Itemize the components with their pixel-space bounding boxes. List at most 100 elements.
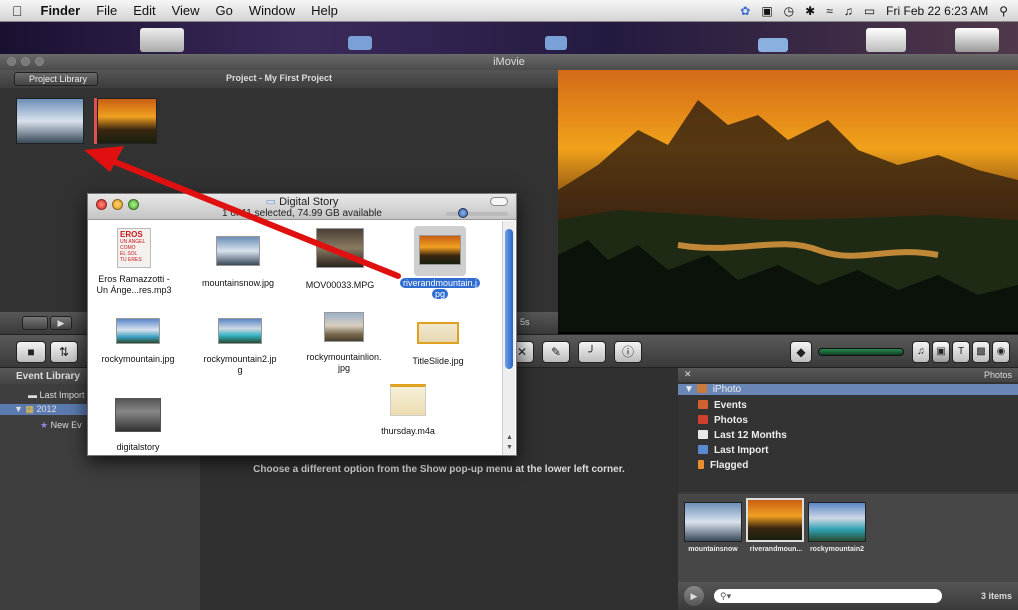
file-name: MOV00033.MPG [305,280,375,290]
finder-vertical-scrollbar[interactable]: ▲ ▼ [502,221,515,455]
icon-size-slider-knob[interactable] [458,208,468,218]
film-icon: ▬ [28,390,40,400]
wifi-icon[interactable]: ≈ [826,4,833,18]
close-panel-icon[interactable]: ✕ [684,369,692,380]
menu-edit[interactable]: Edit [125,3,163,18]
file-item-mountainsnow[interactable]: mountainsnow.jpg [192,228,284,289]
source-last-import[interactable]: Last Import [698,445,768,456]
play-button[interactable]: ▶ [50,316,72,330]
file-name: thursday.m4a [381,426,435,436]
source-flagged[interactable]: Flagged [698,460,748,471]
file-item-riverandmountain[interactable]: riverandmountain.j pg [388,226,492,300]
album-art-icon: EROS UN ANGEL COMO EL SOL TU ERES [117,228,151,268]
project-clip-riverandmountain[interactable] [97,98,157,144]
voiceover-button[interactable]: ✎ [542,341,570,363]
menu-file[interactable]: File [88,3,125,18]
disk-image-icon[interactable] [140,28,184,52]
window-title: iMovie [493,56,525,68]
source-photos[interactable]: Photos [698,415,748,426]
drive-icon[interactable] [955,28,999,52]
file-name: jpg [337,363,350,373]
status-app-icon[interactable]: ✿ [740,4,750,18]
play-full-screen-button[interactable] [22,316,48,330]
spotlight-icon[interactable]: ⚲ [999,4,1008,18]
menu-help[interactable]: Help [303,3,346,18]
play-preview-button[interactable]: ▶ [684,586,704,606]
bluetooth-icon[interactable]: ✱ [805,4,815,18]
info-button[interactable]: ⓘ [614,341,642,363]
photos-browser-button[interactable]: ▣ [932,341,950,363]
zoom-icon[interactable] [35,57,44,66]
events-icon [698,400,708,409]
calendar-icon: ▦ [25,404,37,414]
menubar-clock[interactable]: Fri Feb 22 6:23 AM [886,4,988,18]
file-item-mov00033[interactable]: MOV00033.MPG [294,228,386,291]
disclosure-triangle-icon[interactable]: ▼ [14,404,25,414]
folder-icon[interactable] [545,36,567,50]
file-item-eros-mp3[interactable]: EROS UN ANGEL COMO EL SOL TU ERES Eros R… [88,228,180,296]
maps-browser-button[interactable]: ◉ [992,341,1010,363]
camera-import-button[interactable]: ■ [16,341,46,363]
file-item-thursday-m4a[interactable]: thursday.m4a [358,384,458,437]
audio-adjust-button[interactable]: ◆ [790,341,812,363]
disclosure-triangle-icon[interactable]: ▼ [684,384,697,395]
event-library-item-new-event[interactable]: ★ New Ev [40,420,82,431]
display-icon[interactable]: ▣ [761,4,772,18]
file-name: TitleSlide.jpg [412,356,464,366]
crop-button[interactable]: ╯ [578,341,606,363]
time-machine-icon[interactable]: ◷ [784,4,794,18]
file-item-digitalstory[interactable]: digitalstory [88,398,188,453]
menu-go[interactable]: Go [208,3,241,18]
photo-thumb-rockymountain2[interactable] [808,502,866,542]
volume-icon[interactable]: ♫ [844,4,853,18]
photo-thumb-riverandmountain[interactable] [746,498,804,542]
project-header: Project Library Project - My First Proje… [0,70,558,88]
photos-title: Photos [983,370,1012,380]
icon-size-slider-track[interactable] [446,212,508,216]
event-browser-message: Choose a different option from the Show … [253,464,625,475]
image-thumbnail-icon [116,318,160,344]
menu-app-name[interactable]: Finder [33,3,89,18]
file-name: Un Ánge...res.mp3 [96,285,172,295]
menu-view[interactable]: View [164,3,208,18]
event-library-item-last-import[interactable]: ▬ Last Import [28,390,85,400]
folder-icon[interactable] [348,36,372,50]
titles-browser-button[interactable]: T [952,341,970,363]
minimize-icon[interactable] [21,57,30,66]
file-item-titleslide[interactable]: TitleSlide.jpg [394,322,482,367]
image-thumbnail-icon [218,318,262,344]
transitions-browser-button[interactable]: ▩ [972,341,990,363]
project-clip-mountainsnow[interactable] [16,98,84,144]
toolbar-toggle-button[interactable] [490,197,508,206]
folder-icon[interactable] [758,38,788,52]
source-events[interactable]: Events [698,400,747,411]
finder-title: ▭ Digital Story [265,196,339,208]
source-iphoto[interactable]: ▼ iPhoto [678,384,1018,395]
photo-thumbnail-grid: mountainsnow riverandmoun... rockymounta… [678,494,1018,582]
source-last-12-months[interactable]: Last 12 Months [698,430,787,441]
close-icon[interactable] [7,57,16,66]
audio-level-meter [818,348,904,356]
project-title: Project - My First Project [225,73,333,83]
music-browser-button[interactable]: ♫ [912,341,930,363]
scrollbar-thumb[interactable] [505,229,513,369]
desktop-background [0,22,1018,54]
scroll-up-arrow-icon[interactable]: ▲ [506,434,513,441]
photo-thumb-mountainsnow[interactable] [684,502,742,542]
file-name-selected: riverandmountain.j [399,278,481,288]
apple-menu-icon[interactable]:  [0,3,33,19]
file-name: mountainsnow.jpg [201,278,275,288]
swap-events-projects-button[interactable]: ⇅ [50,341,78,363]
file-item-rockymountain[interactable]: rockymountain.jpg [88,318,188,365]
imovie-title-bar: iMovie [0,54,1018,70]
finder-title-bar: ▭ Digital Story 1 of 11 selected, 74.99 … [88,194,516,220]
image-thumbnail-icon [324,312,364,342]
menu-window[interactable]: Window [241,3,303,18]
scroll-down-arrow-icon[interactable]: ▼ [506,444,513,451]
battery-icon[interactable]: ▭ [864,4,875,18]
file-item-rockymountain2[interactable]: rockymountain2.jp g [190,318,290,376]
photo-label-riverandmountain: riverandmoun... [749,546,803,553]
photo-search-input[interactable]: ⚲▾ [714,589,942,603]
document-icon[interactable] [866,28,906,52]
file-item-rockymountainlion[interactable]: rockymountainlion. jpg [294,312,394,374]
